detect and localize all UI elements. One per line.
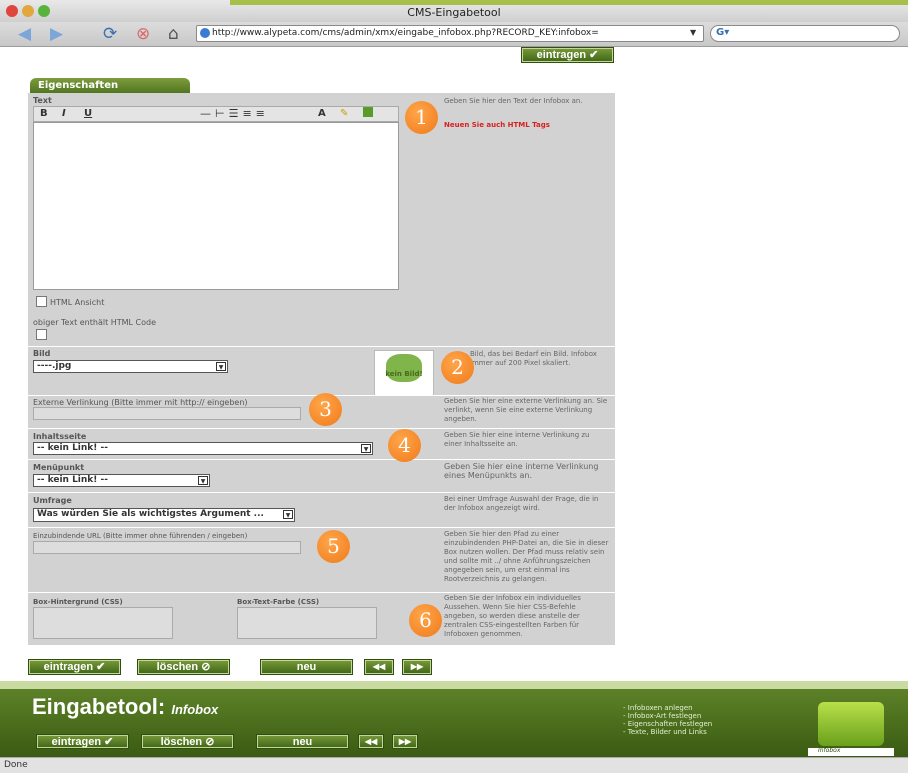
callout-6: 6 [409,604,442,637]
callout-3: 3 [309,393,342,426]
bg-css-label: Box-Hintergrund (CSS) [33,598,123,606]
eintragen-label: eintragen [51,736,102,748]
text-editor[interactable] [33,122,399,290]
bild-select[interactable]: ----.jpg ▼ [33,360,228,373]
url-text: http://www.alypeta.com/cms/admin/xmx/ein… [212,28,599,38]
textcolor-css-label: Box-Text-Farbe (CSS) [237,598,320,606]
include-hint: Geben Sie hier den Pfad zu einer einzubi… [444,530,609,583]
reload-icon[interactable]: ⟳ [103,25,117,43]
eintragen-label: eintragen [43,661,94,673]
bg-css-input[interactable] [33,607,173,639]
html-view-checkbox[interactable] [36,296,47,307]
bild-label: Bild [33,349,51,358]
footer-title-sub: Infobox [171,702,219,717]
footer-title-main: Eingabetool: [32,694,166,719]
umfrage-label: Umfrage [33,496,72,505]
html-code-label: obiger Text enthält HTML Code [33,318,157,327]
inhaltsseite-label: Inhaltsseite [33,432,87,441]
inhaltsseite-value: -- kein Link! -- [37,443,108,453]
text-color-icon[interactable]: A [318,108,326,119]
external-link-hint: Geben Sie hier eine externe Verlinkung a… [444,397,608,423]
footer-neu-button[interactable]: neu [256,734,349,749]
underline-button[interactable]: U [84,108,92,119]
search-engine-icon[interactable]: G▾ [716,27,729,38]
chevron-down-icon: ▼ [216,362,226,371]
forward-arrow-icon[interactable]: ▶ [50,25,63,43]
feature-item: - Infobox-Art festlegen [623,712,702,720]
site-globe-icon [200,28,210,38]
stop-icon[interactable]: ⊗ [136,25,150,43]
italic-button[interactable]: I [62,108,66,119]
tab-eigenschaften[interactable]: Eigenschaften [30,78,190,94]
insert-image-icon[interactable] [363,107,373,117]
home-icon[interactable]: ⌂ [168,25,179,43]
callout-5: 5 [317,530,350,563]
text-label: Text [33,96,52,105]
next-button[interactable]: ▶▶ [402,659,432,675]
inhaltsseite-select[interactable]: -- kein Link! -- ▼ [33,442,373,455]
menupunkt-hint: Geben Sie hier eine interne Verlinkung e… [444,462,599,480]
feature-item: - Eigenschaften festlegen [623,720,713,728]
loeschen-button[interactable]: löschen ⊘ [137,659,230,675]
textcolor-css-input[interactable] [237,607,377,639]
feature-item: - Infoboxen anlegen [623,704,693,712]
include-input[interactable] [33,541,301,554]
footer-prev-button[interactable]: ◀◀ [358,734,384,749]
footer-loeschen-button[interactable]: löschen ⊘ [141,734,234,749]
external-link-label: Externe Verlinkung (Bitte immer mit http… [33,398,248,407]
callout-2: 2 [441,351,474,384]
text-hint: Geben Sie hier den Text der Infobox an. [444,97,583,105]
inhaltsseite-hint: Geben Sie hier eine interne Verlinkung z… [444,431,590,448]
neu-button[interactable]: neu [260,659,353,675]
image-preview-label: kein Bild! [385,370,423,378]
loeschen-label: löschen [156,661,199,673]
prev-button[interactable]: ◀◀ [364,659,394,675]
menupunkt-value: -- kein Link! -- [37,475,108,485]
callout-1: 1 [405,101,438,134]
eintragen-button-top[interactable]: eintragen ✔ [521,47,614,63]
search-field[interactable] [710,25,900,42]
highlight-icon[interactable]: ✎ [340,108,348,119]
window-title: CMS-Eingabetool [407,6,501,19]
footer-next-button[interactable]: ▶▶ [392,734,418,749]
callout-4: 4 [388,429,421,462]
editor-format-icons[interactable]: —⊢☰≡≡ [200,107,269,120]
back-arrow-icon[interactable]: ◀ [18,25,31,43]
html-code-checkbox[interactable] [36,329,47,340]
umfrage-hint: Bei einer Umfrage Auswahl der Frage, die… [444,495,599,512]
bold-button[interactable]: B [40,108,48,119]
menupunkt-select[interactable]: -- kein Link! -- ▼ [33,474,210,487]
css-hint: Geben Sie der Infobox ein individuelles … [444,594,581,638]
external-link-input[interactable] [33,407,301,420]
feature-item: - Texte, Bilder und Links [623,728,707,736]
status-bar: Done [0,757,908,773]
umfrage-value: Was würden Sie als wichtigstes Argument … [37,509,264,519]
loeschen-label: löschen [160,736,203,748]
include-label: Einzubindende URL (Bitte immer ohne führ… [33,532,248,540]
bild-value: ----.jpg [37,361,72,371]
html-view-label: HTML Ansicht [50,298,105,307]
chevron-down-icon: ▼ [361,444,371,453]
footer-title: Eingabetool: Infobox [32,694,218,720]
neu-label: neu [296,661,317,673]
tab-label: Eigenschaften [38,80,119,91]
toolbox-icon [818,702,884,746]
text-hint-html: Neuen Sie auch HTML Tags [444,121,550,129]
toolbox-label: Infobox [818,747,841,754]
neu-label: neu [292,736,313,748]
chevron-down-icon: ▼ [198,476,208,485]
title-accent-bar [230,0,908,5]
umfrage-select[interactable]: Was würden Sie als wichtigstes Argument … [33,508,295,522]
bild-hint: Bild, das bei Bedarf ein Bild. Infobox i… [470,350,597,367]
chevron-down-icon: ▼ [283,510,293,519]
footer-feature-list: - Infoboxen anlegen - Infobox-Art festle… [623,704,712,736]
eintragen-button[interactable]: eintragen ✔ [28,659,121,675]
url-dropdown-icon[interactable]: ▼ [690,28,696,37]
eintragen-label: eintragen [536,49,587,61]
menupunkt-label: Menüpunkt [33,463,85,472]
footer-eintragen-button[interactable]: eintragen ✔ [36,734,129,749]
